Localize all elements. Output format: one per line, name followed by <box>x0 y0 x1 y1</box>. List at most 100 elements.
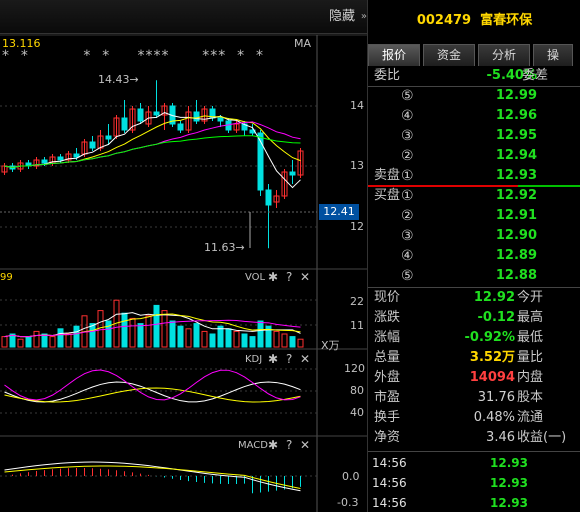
quote-tabs: 报价 资金 分析 操 <box>368 44 580 66</box>
weibi-row: 委比 -5.40% 委差 <box>368 66 580 86</box>
weibi-label: 委比 <box>374 68 401 83</box>
tab-analysis[interactable]: 分析 <box>478 44 530 66</box>
help-icon[interactable]: ? <box>286 352 292 366</box>
info-value: 31.76 <box>477 390 515 405</box>
info-label-2: 内盘 <box>517 370 544 385</box>
tick-time: 14:56 <box>372 476 407 490</box>
vol-left-value: 99 <box>0 272 13 283</box>
tick-price: 12.93 <box>490 496 528 510</box>
stock-code: 002479 <box>416 13 472 28</box>
axis-tick-12: 12 <box>350 220 364 233</box>
kdj-title: KDJ <box>245 354 263 365</box>
info-row: 现价 12.92 今开 <box>368 288 580 308</box>
info-row: 市盈 31.76 股本 <box>368 388 580 408</box>
sell-row-1[interactable]: 卖盘 ① 12.93 <box>368 166 580 186</box>
buy-row-1[interactable]: 买盘 ① 12.92 <box>368 186 580 206</box>
info-row: 净资 3.46 收益(一) <box>368 428 580 448</box>
info-value: -0.92% <box>464 330 516 345</box>
tab-funds[interactable]: 资金 <box>423 44 475 66</box>
buy-price: 12.90 <box>495 228 537 243</box>
macd-axis-neg: -0.3 <box>337 496 359 509</box>
tick-price: 12.93 <box>490 456 528 470</box>
quote-panel: 002479 富春环保 报价 资金 分析 操 委比 -5.40% 委差 ⑤ 12… <box>367 0 580 512</box>
tick-row: 14:56 12.93 <box>368 453 580 473</box>
sell-row-5[interactable]: ⑤ 12.99 <box>368 86 580 106</box>
buy-price: 12.88 <box>495 268 537 283</box>
info-label-2: 股本 <box>517 390 544 405</box>
sell-label: 卖盘 <box>374 168 401 183</box>
gear-icon[interactable]: ✱ <box>268 270 278 284</box>
info-label-2: 最低 <box>517 330 544 345</box>
info-row: 涨幅 -0.92% 最低 <box>368 328 580 348</box>
buy-row-5[interactable]: ⑤ 12.88 <box>368 266 580 286</box>
high-annotation: 14.43→ <box>98 73 139 86</box>
info-label-2: 量比 <box>517 350 544 365</box>
info-label: 总量 <box>374 350 401 365</box>
sell-row-4[interactable]: ④ 12.96 <box>368 106 580 126</box>
buy-price: 12.91 <box>495 208 537 223</box>
tick-row: 14:56 12.93 <box>368 493 580 512</box>
low-annotation: 11.63→ <box>204 241 245 254</box>
info-row: 总量 3.52万 量比 <box>368 348 580 368</box>
info-label-2: 最高 <box>517 310 544 325</box>
info-label-2: 收益(一) <box>517 430 567 445</box>
stock-name: 富春环保 <box>480 13 533 28</box>
info-value: 0.48% <box>473 410 515 425</box>
kdj-axis-80: 80 <box>350 384 364 397</box>
buy-row-3[interactable]: ③ 12.90 <box>368 226 580 246</box>
tick-price: 12.93 <box>490 476 528 490</box>
sell-row-3[interactable]: ③ 12.95 <box>368 126 580 146</box>
info-label: 外盘 <box>374 370 401 385</box>
current-price-tag: 12.41 <box>319 204 359 220</box>
help-icon[interactable]: ? <box>286 438 292 452</box>
close-icon[interactable]: ✕ <box>300 438 310 452</box>
buy-price: 12.92 <box>495 188 537 203</box>
tab-operate[interactable]: 操 <box>533 44 573 66</box>
signal-stars: * * * * **** *** * * <box>2 48 265 64</box>
close-icon[interactable]: ✕ <box>300 352 310 366</box>
vol-axis-11: 11 <box>350 319 364 332</box>
kdj-axis-120: 120 <box>344 362 365 375</box>
kdj-axis-40: 40 <box>350 406 364 419</box>
info-label: 净资 <box>374 430 401 445</box>
close-icon[interactable]: ✕ <box>300 270 310 284</box>
info-value: -0.12 <box>477 310 515 325</box>
sell-price: 12.95 <box>495 128 537 143</box>
vol-title: VOL <box>245 272 266 283</box>
sell-price: 12.96 <box>495 108 537 123</box>
macd-axis-0: 0.0 <box>342 470 360 483</box>
info-row: 涨跌 -0.12 最高 <box>368 308 580 328</box>
macd-title: MACD <box>238 440 268 451</box>
help-icon[interactable]: ? <box>286 270 292 284</box>
vol-unit: X万 <box>321 339 340 352</box>
stock-header: 002479 富春环保 <box>368 0 580 42</box>
vol-axis-22: 22 <box>350 295 364 308</box>
info-label-2: 今开 <box>517 290 544 305</box>
tab-quote[interactable]: 报价 <box>368 44 420 66</box>
sell-price: 12.99 <box>495 88 537 103</box>
info-value: 3.46 <box>486 430 515 445</box>
sell-price: 12.94 <box>495 148 537 163</box>
sell-row-2[interactable]: ② 12.94 <box>368 146 580 166</box>
kline-chart[interactable] <box>0 0 367 512</box>
sell-price: 12.93 <box>495 168 537 183</box>
weicha-label: 委差 <box>521 68 548 83</box>
gear-icon[interactable]: ✱ <box>268 352 278 366</box>
info-label: 涨跌 <box>374 310 401 325</box>
ma-label: MA <box>294 37 312 50</box>
info-label: 现价 <box>374 290 401 305</box>
gear-icon[interactable]: ✱ <box>268 438 278 452</box>
axis-tick-13: 13 <box>350 159 364 172</box>
chart-area[interactable]: 隐藏 » 13.116 MA * * * * **** *** * * 14.4… <box>0 0 367 512</box>
tick-row: 14:56 12.93 <box>368 473 580 493</box>
info-row: 换手 0.48% 流通 <box>368 408 580 428</box>
buy-price: 12.89 <box>495 248 537 263</box>
buy-row-2[interactable]: ② 12.91 <box>368 206 580 226</box>
info-row: 外盘 14094 内盘 <box>368 368 580 388</box>
buy-label: 买盘 <box>374 188 401 203</box>
info-value: 12.92 <box>473 290 515 305</box>
tick-time: 14:56 <box>372 496 407 510</box>
buy-row-4[interactable]: ④ 12.89 <box>368 246 580 266</box>
info-label: 市盈 <box>374 390 401 405</box>
info-label: 换手 <box>374 410 401 425</box>
